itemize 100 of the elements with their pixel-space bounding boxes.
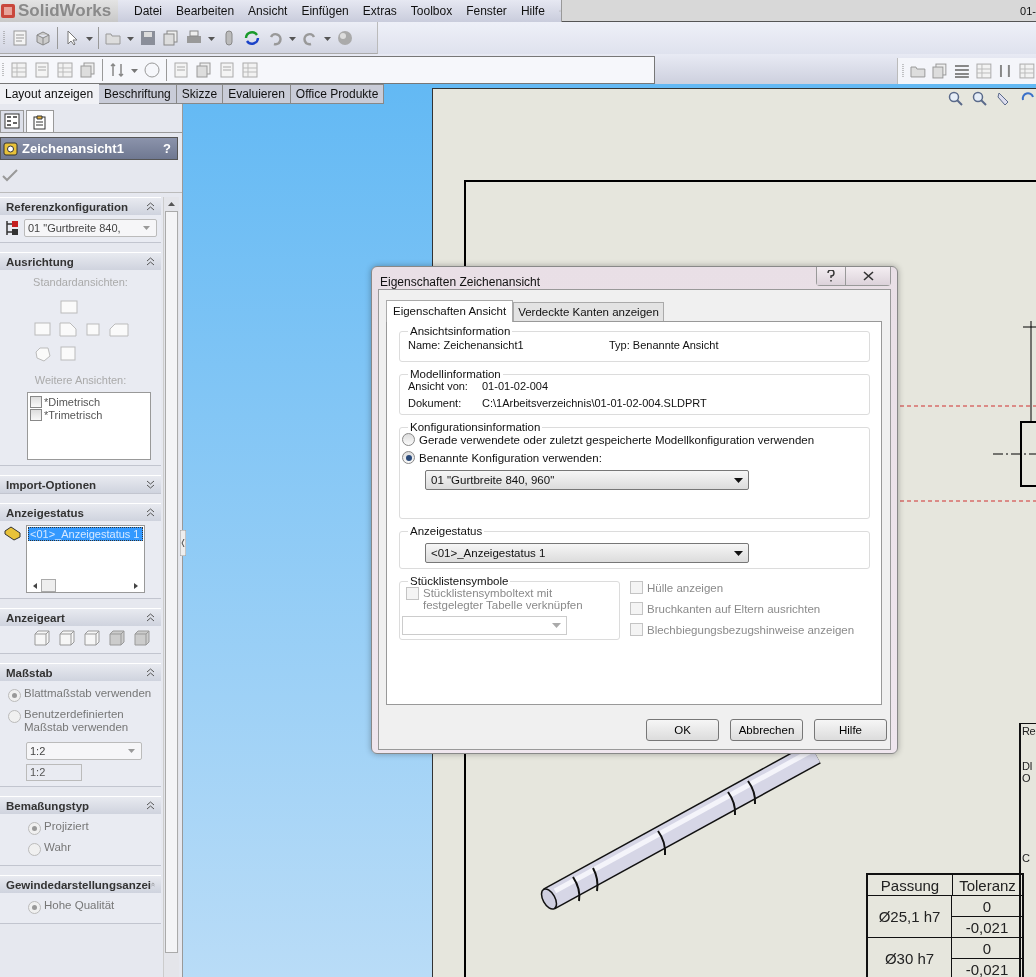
- scale-dropdown[interactable]: 1:2: [26, 742, 142, 760]
- document-icon[interactable]: [33, 61, 51, 79]
- chevron-icon: [146, 202, 155, 211]
- section-header[interactable]: Bemaßungstyp: [0, 797, 161, 814]
- sphere-icon[interactable]: [336, 28, 354, 47]
- menu-item[interactable]: Extras: [362, 4, 397, 18]
- table-dropdown[interactable]: [402, 616, 567, 635]
- menu-item[interactable]: Toolbox: [410, 4, 453, 18]
- collapse-handle-icon[interactable]: [180, 530, 186, 556]
- display-state-dropdown[interactable]: <01>_Anzeigestatus 1: [425, 543, 749, 563]
- view-icon: [3, 140, 19, 157]
- checkbox[interactable]: [30, 408, 42, 421]
- section-header[interactable]: Maßstab: [0, 664, 161, 681]
- dialog-button[interactable]: OK: [646, 719, 719, 741]
- configuration-dropdown[interactable]: 01 "Gurtbreite 840,: [24, 219, 157, 237]
- field-value: 01-01-02-004: [482, 380, 549, 392]
- display-mode-icon[interactable]: [109, 630, 125, 646]
- document-icon[interactable]: [11, 28, 29, 47]
- checkmark-icon[interactable]: [2, 168, 18, 182]
- dialog-button[interactable]: Hilfe: [814, 719, 887, 741]
- section-header[interactable]: Import-Optionen: [0, 476, 161, 493]
- dialog-button[interactable]: Abbrechen: [730, 719, 803, 741]
- display-mode-icon[interactable]: [134, 630, 150, 646]
- view-frame-icon[interactable]: [59, 346, 77, 362]
- title-block-text: O: [1022, 772, 1031, 784]
- command-tab[interactable]: Skizze: [176, 84, 224, 104]
- checkbox[interactable]: [30, 395, 42, 408]
- command-tab[interactable]: Beschriftung: [99, 84, 177, 104]
- section-header[interactable]: Anzeigestatus: [0, 504, 161, 521]
- circular-arrows-icon[interactable]: [243, 28, 261, 47]
- menu-item[interactable]: Datei: [134, 4, 162, 18]
- command-tab[interactable]: Layout anzeigen: [0, 84, 100, 104]
- radio-button[interactable]: [402, 451, 415, 464]
- table-cell-text: -0,021: [964, 959, 1010, 977]
- scroll-right-icon[interactable]: [134, 582, 138, 589]
- toolbar-grip-icon[interactable]: [902, 62, 905, 80]
- dialog-tab[interactable]: Verdeckte Kanten anzeigen: [513, 302, 664, 321]
- radio-button[interactable]: [8, 689, 21, 702]
- radio-button[interactable]: [28, 843, 41, 856]
- menu-item[interactable]: Ansicht: [248, 4, 288, 18]
- toolbar-grip-icon[interactable]: [3, 28, 6, 47]
- menu-item[interactable]: Hilfe: [520, 4, 545, 18]
- caret-icon: [128, 749, 135, 753]
- menu-item[interactable]: Einfügen: [301, 4, 349, 18]
- grid-icon[interactable]: [56, 61, 74, 79]
- grid-icon[interactable]: [10, 61, 28, 79]
- scroll-left-icon[interactable]: [33, 582, 37, 589]
- vertical-scrollbar[interactable]: [163, 197, 179, 977]
- toolbar-grip-icon[interactable]: [2, 61, 5, 79]
- view-frame-icon[interactable]: [34, 346, 52, 362]
- radio-button[interactable]: [28, 901, 41, 914]
- table-cell-text: -0,021: [964, 917, 1010, 937]
- chevron-icon: [146, 508, 155, 517]
- menu-item[interactable]: Bearbeiten: [176, 4, 235, 18]
- chevron-icon: [146, 613, 155, 622]
- scroll-up-icon[interactable]: [168, 202, 175, 206]
- dialog-tab[interactable]: Eigenschaften Ansicht: [386, 300, 514, 322]
- magnifier-icon[interactable]: [972, 91, 988, 107]
- column-header: Passung: [868, 875, 953, 895]
- command-tab[interactable]: Evaluieren: [223, 84, 291, 104]
- display-mode-icon[interactable]: [34, 630, 50, 646]
- help-button[interactable]: ?: [163, 141, 177, 156]
- view-frame-icon[interactable]: [34, 322, 52, 338]
- command-tab[interactable]: Office Produkte: [290, 84, 385, 104]
- document-icon[interactable]: [218, 61, 236, 79]
- view-frame-icon[interactable]: [60, 300, 78, 314]
- grid-icon[interactable]: [1018, 62, 1036, 80]
- document-icon[interactable]: [172, 61, 190, 79]
- magnifier-icon[interactable]: [948, 91, 964, 107]
- menu-item[interactable]: Fenster: [466, 4, 507, 18]
- section-header[interactable]: Ausrichtung: [0, 253, 161, 270]
- view-frame-icon[interactable]: [59, 322, 77, 338]
- table-cell: Ø25,1 h7: [868, 896, 952, 937]
- section-header[interactable]: Referenzkonfiguration: [0, 198, 161, 215]
- properties-tab[interactable]: [26, 110, 54, 132]
- view-frame-icon[interactable]: [84, 322, 102, 338]
- field-label: Ansicht von:: [408, 380, 469, 392]
- scale-field[interactable]: 1:2: [26, 764, 82, 781]
- grid-icon[interactable]: [241, 61, 259, 79]
- display-mode-icon[interactable]: [59, 630, 75, 646]
- section-header[interactable]: Gewindedarstellungsanzei: [0, 876, 161, 893]
- section-header[interactable]: Anzeigeart: [0, 609, 161, 626]
- pages-icon[interactable]: [930, 62, 949, 80]
- pages-icon[interactable]: [162, 28, 180, 47]
- option-label: Hülle anzeigen: [647, 581, 724, 594]
- view-frame-icon[interactable]: [109, 322, 129, 338]
- pages-icon[interactable]: [79, 61, 97, 79]
- radio-button[interactable]: [8, 710, 21, 723]
- pages-icon[interactable]: [195, 61, 213, 79]
- tree-tab[interactable]: [0, 110, 24, 132]
- display-mode-icon[interactable]: [84, 630, 100, 646]
- radio-button[interactable]: [28, 822, 41, 835]
- lines-icon[interactable]: [952, 62, 971, 80]
- scroll-thumb[interactable]: [41, 579, 56, 592]
- close-button[interactable]: [845, 267, 890, 285]
- help-button[interactable]: [817, 267, 845, 285]
- grid-icon[interactable]: [974, 62, 993, 80]
- radio-button[interactable]: [402, 433, 415, 446]
- configuration-dropdown[interactable]: 01 "Gurtbreite 840, 960": [425, 470, 749, 490]
- field-value: C:\1Arbeitsverzeichnis\01-01-02-004.SLDPRT: [482, 397, 707, 409]
